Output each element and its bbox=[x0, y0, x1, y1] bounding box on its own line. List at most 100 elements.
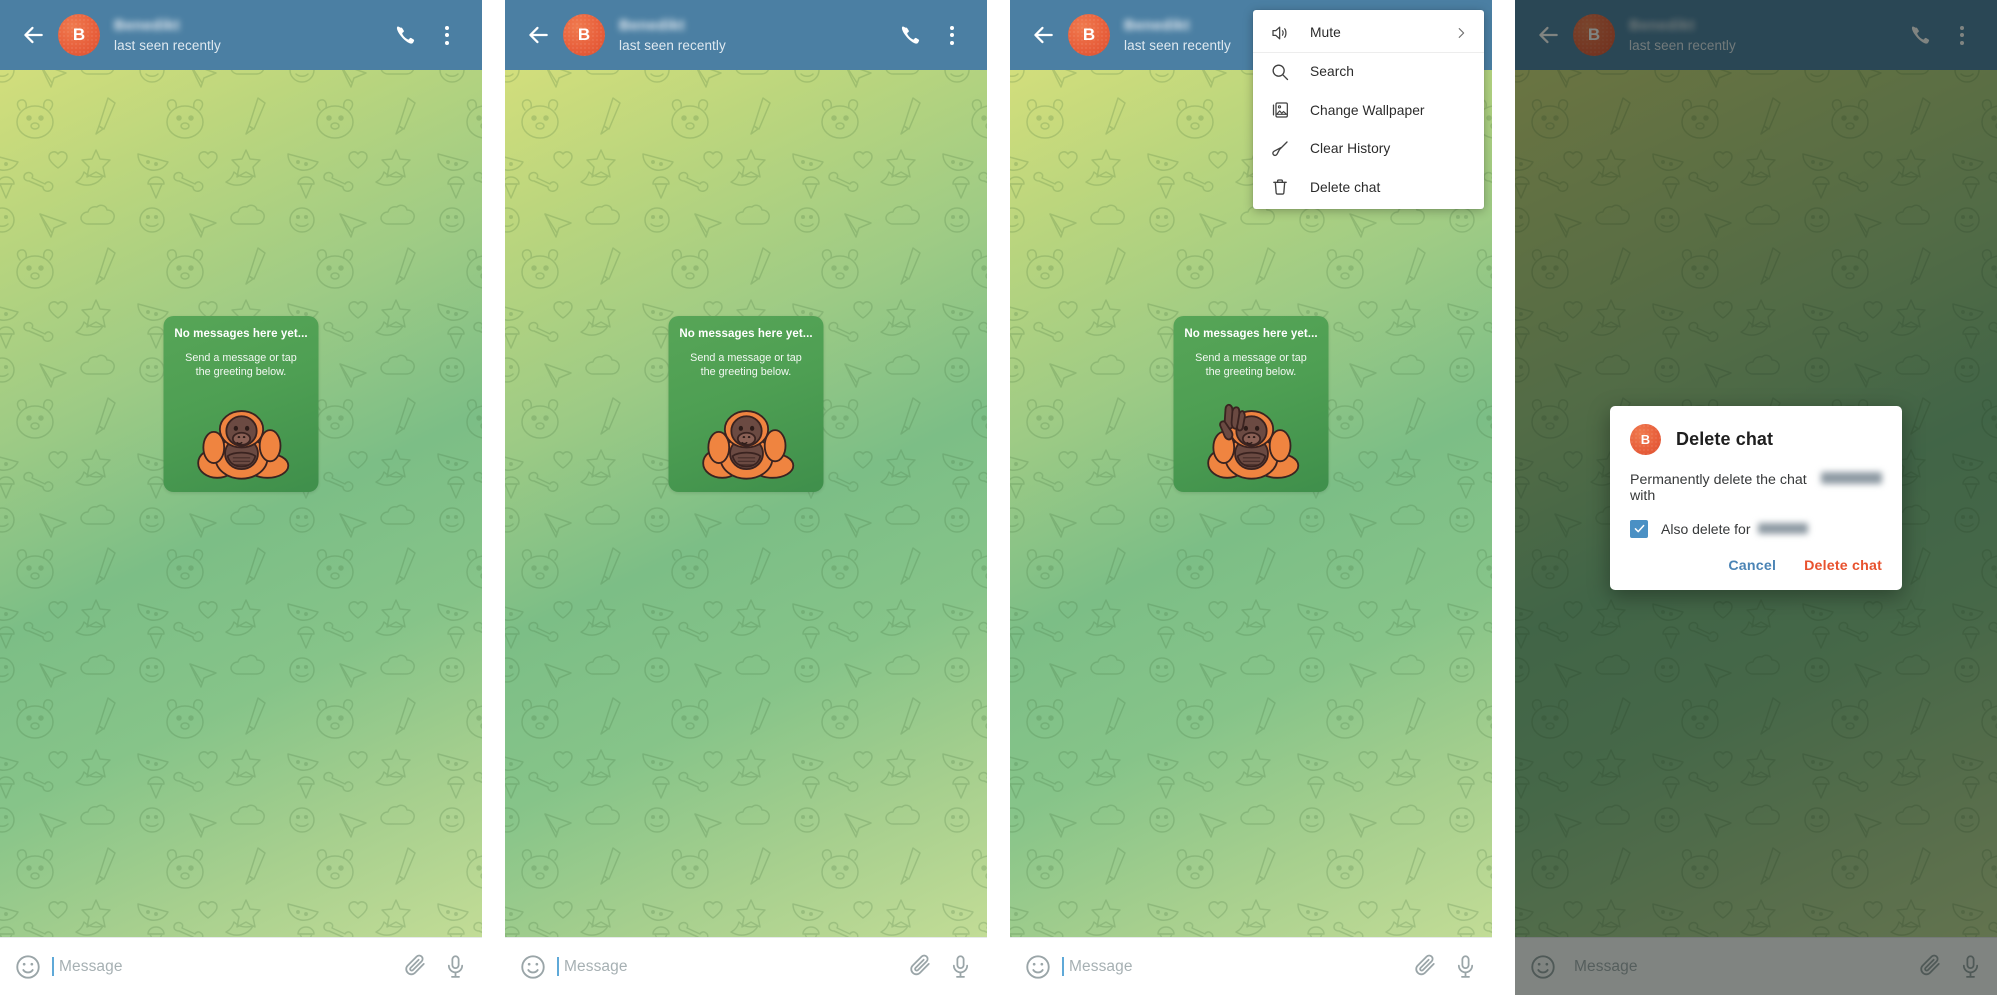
avatar-initial: B bbox=[1082, 25, 1096, 44]
empty-chat-greeting-card[interactable]: No messages here yet... Send a message o… bbox=[1173, 316, 1329, 492]
empty-chat-title: No messages here yet... bbox=[1184, 328, 1318, 340]
checkmark-icon bbox=[1633, 522, 1646, 535]
message-input[interactable]: Message bbox=[52, 957, 404, 976]
panel-1-chat-open: B Benedikt last seen recently No message… bbox=[0, 0, 482, 995]
empty-chat-subtitle-line1: Send a message or tap bbox=[185, 352, 297, 364]
chat-wallpaper: No messages here yet... Send a message o… bbox=[0, 70, 482, 937]
broom-icon bbox=[1267, 136, 1292, 161]
emoji-button[interactable] bbox=[14, 953, 42, 981]
more-vertical-icon bbox=[950, 25, 954, 45]
text-caret bbox=[557, 957, 559, 976]
speaker-icon bbox=[1267, 20, 1292, 45]
header-text-block[interactable]: Benedikt last seen recently bbox=[619, 17, 891, 53]
voice-record-button[interactable] bbox=[443, 954, 468, 979]
call-button[interactable] bbox=[891, 13, 929, 57]
menu-item-label: Delete chat bbox=[1310, 179, 1381, 195]
header-actions bbox=[386, 13, 466, 57]
input-bar-actions bbox=[1414, 954, 1478, 979]
trash-icon bbox=[1267, 175, 1292, 200]
avatar[interactable]: B bbox=[563, 14, 605, 56]
contact-name-redacted: Benedikt bbox=[619, 17, 685, 34]
message-input[interactable]: Message bbox=[1062, 957, 1414, 976]
attach-button[interactable] bbox=[404, 954, 429, 979]
dialog-title: Delete chat bbox=[1676, 428, 1774, 449]
orangutan-sticker[interactable] bbox=[1199, 402, 1303, 486]
overflow-menu-button[interactable] bbox=[933, 13, 971, 57]
empty-chat-subtitle: Send a message or tap the greeting below… bbox=[172, 351, 311, 379]
menu-item-search[interactable]: Search bbox=[1253, 53, 1484, 92]
orangutan-sticker[interactable] bbox=[694, 402, 798, 486]
menu-item-mute[interactable]: Mute bbox=[1253, 14, 1484, 53]
contact-status: last seen recently bbox=[619, 38, 726, 53]
phone-icon bbox=[395, 25, 416, 46]
message-placeholder: Message bbox=[564, 957, 628, 975]
paperclip-icon bbox=[404, 954, 429, 979]
empty-chat-title: No messages here yet... bbox=[174, 328, 308, 340]
empty-chat-greeting-card[interactable]: No messages here yet... Send a message o… bbox=[668, 316, 824, 492]
empty-chat-subtitle-line2: the greeting below. bbox=[1205, 366, 1297, 378]
confirm-delete-chat-button[interactable]: Delete chat bbox=[1804, 558, 1882, 574]
chat-header: B Benedikt last seen recently bbox=[505, 0, 987, 70]
message-input-bar: Message bbox=[1010, 937, 1492, 995]
emoji-button[interactable] bbox=[519, 953, 547, 981]
message-input-bar: Message bbox=[0, 937, 482, 995]
wallpaper-image-icon bbox=[1267, 98, 1292, 123]
paperclip-icon bbox=[1414, 954, 1439, 979]
panel-4-delete-dialog: B Benedikt last seen recently bbox=[1515, 0, 1997, 995]
call-button[interactable] bbox=[386, 13, 424, 57]
empty-chat-greeting-card[interactable]: No messages here yet... Send a message o… bbox=[163, 316, 319, 492]
wallpaper-doodle-pattern bbox=[505, 70, 987, 937]
microphone-icon bbox=[948, 954, 973, 979]
avatar-initial: B bbox=[1640, 431, 1651, 447]
emoji-button[interactable] bbox=[1024, 953, 1052, 981]
back-arrow-icon bbox=[20, 22, 46, 48]
header-actions bbox=[891, 13, 971, 57]
dialog-actions: Cancel Delete chat bbox=[1630, 558, 1882, 580]
back-button[interactable] bbox=[521, 18, 555, 52]
panel-2-arrow-on-menu: B Benedikt last seen recently No message… bbox=[505, 0, 987, 995]
attach-button[interactable] bbox=[1414, 954, 1439, 979]
menu-item-delete-chat[interactable]: Delete chat bbox=[1253, 168, 1484, 207]
chat-header: B Benedikt last seen recently bbox=[0, 0, 482, 70]
emoji-smiley-icon bbox=[14, 953, 42, 981]
attach-button[interactable] bbox=[909, 954, 934, 979]
overflow-popup-menu: Mute Search Change Wallpaper Clear Histo… bbox=[1253, 10, 1484, 209]
text-caret bbox=[52, 957, 54, 976]
contact-name-redacted: Benedikt bbox=[114, 17, 180, 34]
avatar[interactable]: B bbox=[1068, 14, 1110, 56]
dialog-avatar: B bbox=[1630, 423, 1661, 455]
voice-record-button[interactable] bbox=[948, 954, 973, 979]
dialog-contact-name-redacted bbox=[1821, 471, 1882, 484]
panel-3-menu-open: B Benedikt last seen recently No message… bbox=[1010, 0, 1492, 995]
menu-item-label: Change Wallpaper bbox=[1310, 102, 1425, 118]
voice-record-button[interactable] bbox=[1453, 954, 1478, 979]
empty-chat-subtitle: Send a message or tap the greeting below… bbox=[1182, 351, 1321, 379]
also-delete-checkbox[interactable] bbox=[1630, 519, 1648, 538]
cancel-button[interactable]: Cancel bbox=[1728, 558, 1776, 574]
avatar-initial: B bbox=[577, 25, 591, 44]
microphone-icon bbox=[1453, 954, 1478, 979]
also-delete-for-row[interactable]: Also delete for bbox=[1630, 519, 1882, 538]
also-delete-label: Also delete for bbox=[1661, 521, 1808, 537]
overflow-menu-button[interactable] bbox=[428, 13, 466, 57]
contact-name-redacted: Benedikt bbox=[1124, 17, 1190, 34]
search-icon bbox=[1267, 59, 1292, 84]
orangutan-sticker[interactable] bbox=[189, 402, 293, 486]
menu-item-change-wallpaper[interactable]: Change Wallpaper bbox=[1253, 91, 1484, 130]
back-button[interactable] bbox=[1026, 18, 1060, 52]
screenshot-sheet: B Benedikt last seen recently No message… bbox=[0, 0, 2000, 995]
back-arrow-icon bbox=[1030, 22, 1056, 48]
paperclip-icon bbox=[909, 954, 934, 979]
message-input[interactable]: Message bbox=[557, 957, 909, 976]
empty-chat-subtitle: Send a message or tap the greeting below… bbox=[677, 351, 816, 379]
back-button[interactable] bbox=[16, 18, 50, 52]
message-placeholder: Message bbox=[1069, 957, 1133, 975]
dialog-body-text: Permanently delete the chat with bbox=[1630, 471, 1882, 504]
message-input-bar: Message bbox=[505, 937, 987, 995]
menu-item-clear-history[interactable]: Clear History bbox=[1253, 130, 1484, 169]
header-text-block[interactable]: Benedikt last seen recently bbox=[114, 17, 386, 53]
empty-chat-subtitle-line2: the greeting below. bbox=[195, 366, 287, 378]
avatar[interactable]: B bbox=[58, 14, 100, 56]
more-vertical-icon bbox=[445, 25, 449, 45]
chevron-right-icon bbox=[1454, 26, 1468, 40]
